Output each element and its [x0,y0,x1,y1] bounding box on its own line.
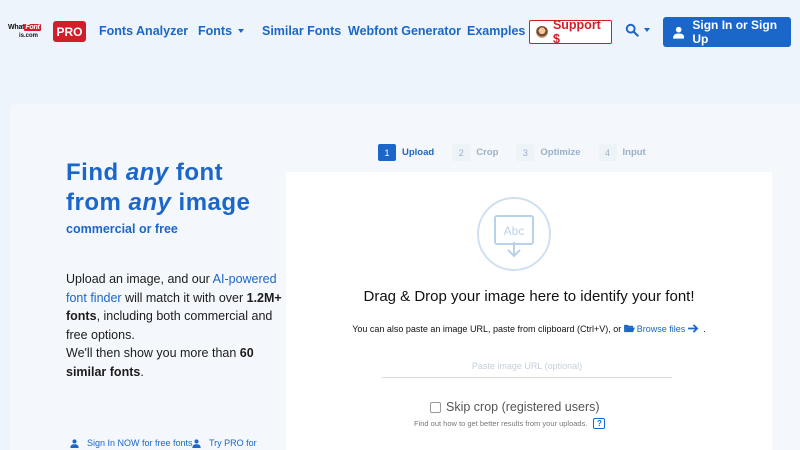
nav-fonts-dropdown[interactable]: Fonts [198,24,245,38]
image-url-input[interactable] [382,354,672,378]
chevron-down-icon [238,28,245,33]
try-pro-link[interactable]: Try PRO for [192,438,257,448]
nav-webfont-generator[interactable]: Webfont Generator [348,24,461,38]
user-icon [192,438,201,448]
image-upload-icon: Abc [477,197,551,271]
pro-badge[interactable]: PRO [53,21,86,42]
skip-crop-checkbox[interactable]: Skip crop (registered users) [430,400,600,414]
checkbox[interactable] [430,401,441,413]
nav-examples[interactable]: Examples [467,24,525,38]
avatar [536,26,548,38]
chevron-down-icon [644,28,650,32]
signin-free-link[interactable]: Sign In NOW for free fonts [70,438,193,448]
arrow-right-icon [687,324,699,333]
user-icon [70,438,79,448]
alt-upload-instructions: You can also paste an image URL, paste f… [352,324,706,334]
hero-subtitle: commercial or free [66,222,178,236]
step-crop[interactable]: 2 Crop [452,144,498,161]
step-upload[interactable]: 1 Upload [378,144,434,161]
user-icon [673,26,685,39]
upload-tips: Find out how to get better results from … [414,418,606,429]
nav-fonts-analyzer[interactable]: Fonts Analyzer [99,24,188,38]
svg-text:Abc: Abc [504,224,525,238]
upload-dropzone[interactable]: Abc Drag & Drop your image here to ident… [286,172,772,450]
top-navbar: WhatFont is.com PRO Fonts Analyzer Fonts… [0,0,800,64]
folder-open-icon [623,324,635,333]
hero-description: Upload an image, and our AI-powered font… [66,272,282,379]
site-logo[interactable]: WhatFont is.com [8,22,48,42]
step-input[interactable]: 4 Input [598,144,646,161]
help-icon[interactable]: ? [593,418,606,429]
support-button[interactable]: Support $ [529,18,612,46]
signin-button[interactable]: Sign In or Sign Up [663,17,791,47]
step-optimize[interactable]: 3 Optimize [516,144,581,161]
search-icon [625,23,639,37]
search-dropdown[interactable] [625,23,650,37]
hero-title: Find any font from any image [66,159,251,216]
upload-steps: 1 Upload 2 Crop 3 Optimize 4 Input [378,144,664,161]
drop-instructions: Drag & Drop your image here to identify … [363,288,695,305]
nav-similar-fonts[interactable]: Similar Fonts [262,24,341,38]
browse-files-link[interactable]: Browse files [623,324,701,334]
